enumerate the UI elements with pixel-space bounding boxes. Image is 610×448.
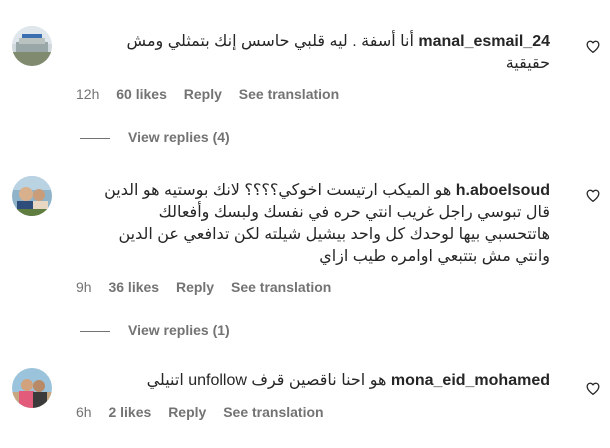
comment-first-line: mona_eid_mohamed هو احنا ناقصين قرف unfo… bbox=[76, 370, 550, 392]
comment-body: mona_eid_mohamed هو احنا ناقصين قرف unfo… bbox=[76, 370, 550, 392]
reply-button[interactable]: Reply bbox=[168, 404, 206, 420]
comment-text-english: unfollow bbox=[188, 372, 247, 389]
heart-outline-icon[interactable] bbox=[586, 189, 600, 202]
reply-button[interactable]: Reply bbox=[184, 86, 222, 102]
comment-meta: 9h 36 likes Reply See translation bbox=[76, 278, 344, 296]
replies-divider bbox=[80, 137, 110, 139]
comment-username[interactable]: h.aboelsoud bbox=[456, 182, 550, 199]
comment-time: 6h bbox=[76, 404, 92, 420]
avatar[interactable] bbox=[12, 176, 52, 216]
comment-likes[interactable]: 60 likes bbox=[116, 86, 167, 102]
comment-first-line: h.aboelsoud هو الميكب ارتيست اخوكي؟؟؟؟ ل… bbox=[76, 180, 550, 202]
reply-button[interactable]: Reply bbox=[176, 279, 214, 295]
view-replies-label: View replies (1) bbox=[128, 322, 230, 338]
heart-outline-icon[interactable] bbox=[586, 40, 600, 53]
comment-body: h.aboelsoud هو الميكب ارتيست اخوكي؟؟؟؟ ل… bbox=[76, 180, 550, 268]
comment-first-line: manal_esmail_24 أنا أسفة . ليه قلبي حاسس… bbox=[76, 31, 550, 53]
avatar-image bbox=[12, 26, 52, 66]
comment-text: حقيقية bbox=[505, 55, 550, 72]
avatar-image bbox=[12, 368, 52, 408]
comment-username[interactable]: mona_eid_mohamed bbox=[391, 372, 550, 389]
avatar[interactable] bbox=[12, 26, 52, 66]
comment-time: 9h bbox=[76, 279, 92, 295]
heart-outline-icon[interactable] bbox=[586, 382, 600, 395]
view-replies-label: View replies (4) bbox=[128, 129, 230, 145]
avatar-image bbox=[12, 176, 52, 216]
comment-text: أنا أسفة . ليه قلبي حاسس إنك بتمثلي ومش bbox=[126, 33, 414, 50]
comment-body: manal_esmail_24 أنا أسفة . ليه قلبي حاسس… bbox=[76, 31, 550, 75]
comment-meta: 6h 2 likes Reply See translation bbox=[76, 403, 337, 421]
replies-divider bbox=[80, 330, 110, 332]
view-replies-button[interactable]: View replies (1) bbox=[80, 322, 230, 338]
comment-text: وانتي مش بتتبعي اوامره طيب ازاي bbox=[319, 248, 550, 265]
comment-meta: 12h 60 likes Reply See translation bbox=[76, 85, 352, 103]
avatar[interactable] bbox=[12, 368, 52, 408]
comment-likes[interactable]: 2 likes bbox=[108, 404, 151, 420]
comment-text: قال تبوسي راجل غريب انتي حره في نفسك ولب… bbox=[158, 204, 550, 221]
view-replies-button[interactable]: View replies (4) bbox=[80, 129, 230, 145]
comment-text: هاتتحسبي بيها لوحدك كل واحد بيشيل شيلته … bbox=[118, 226, 550, 243]
see-translation-button[interactable]: See translation bbox=[231, 279, 331, 295]
comment-text: اتنيلي bbox=[146, 372, 184, 389]
comment-likes[interactable]: 36 likes bbox=[108, 279, 159, 295]
comment-text: هو الميكب ارتيست اخوكي؟؟؟؟ لانك بوستيه ه… bbox=[104, 182, 452, 199]
comment-text: هو احنا ناقصين قرف bbox=[251, 372, 387, 389]
see-translation-button[interactable]: See translation bbox=[239, 86, 339, 102]
comment-username[interactable]: manal_esmail_24 bbox=[418, 33, 550, 50]
see-translation-button[interactable]: See translation bbox=[223, 404, 323, 420]
comment-time: 12h bbox=[76, 86, 100, 102]
